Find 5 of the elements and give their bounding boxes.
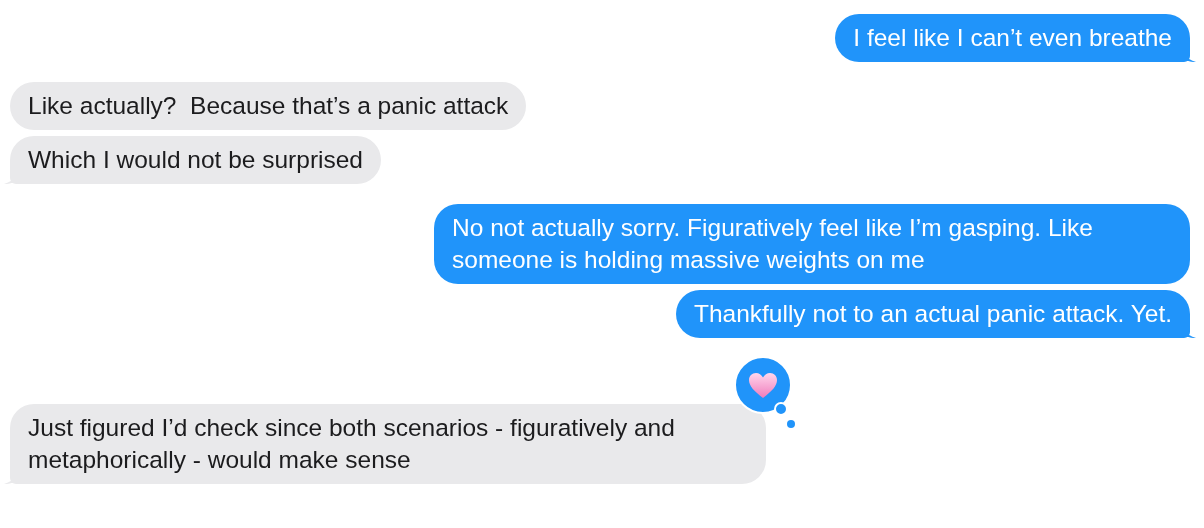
message-bubble: Which I would not be surprised <box>10 136 381 184</box>
message-bubble: Like actually? Because that’s a panic attack <box>10 82 527 130</box>
message-bubble: No not actually sorry. Figuratively feel like I’m gasping. Like someone is holding massive weights on me <box>434 204 1190 284</box>
message-bubble: I feel like I can’t even breathe <box>835 14 1190 62</box>
message-bubble: Thankfully not to an actual panic attack. Yet. <box>675 290 1190 338</box>
